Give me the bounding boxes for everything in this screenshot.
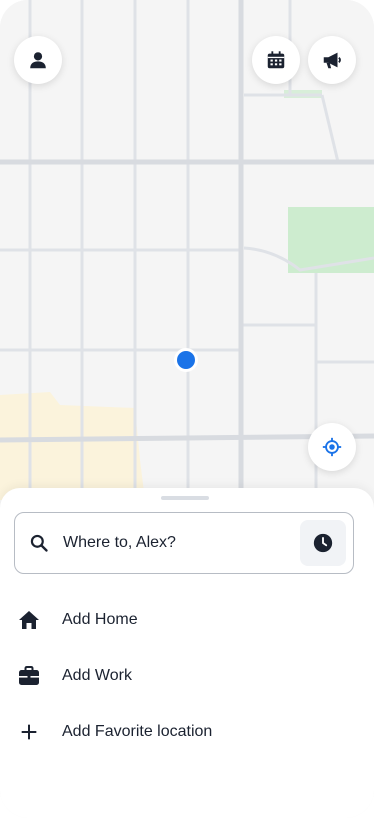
locate-me-button[interactable]	[308, 423, 356, 471]
add-work-row[interactable]: Add Work	[16, 660, 132, 692]
current-location-dot	[177, 351, 195, 369]
person-icon	[30, 52, 46, 69]
search-icon	[30, 534, 48, 552]
add-home-label: Add Home	[62, 611, 138, 628]
announcements-button[interactable]	[308, 36, 356, 84]
add-home-row[interactable]: Add Home	[16, 604, 138, 636]
calendar-button[interactable]	[252, 36, 300, 84]
bottom-sheet: Where to, Alex? Add Home Add Work Add Fa…	[0, 488, 374, 818]
clock-icon	[313, 533, 333, 553]
add-work-label: Add Work	[62, 667, 132, 684]
park-area	[288, 207, 374, 273]
add-favorite-label: Add Favorite location	[62, 723, 213, 740]
plus-icon	[16, 719, 42, 745]
megaphone-icon	[323, 52, 341, 69]
sand-area	[0, 392, 145, 500]
locate-target-icon	[322, 437, 342, 457]
search-placeholder[interactable]: Where to, Alex?	[63, 534, 300, 552]
schedule-ride-button[interactable]	[300, 520, 346, 566]
calendar-icon	[267, 51, 285, 69]
briefcase-icon	[16, 663, 42, 689]
sheet-drag-handle[interactable]	[161, 496, 209, 500]
app-screen: Where to, Alex? Add Home Add Work Add Fa…	[0, 0, 374, 818]
profile-button[interactable]	[14, 36, 62, 84]
add-favorite-row[interactable]: Add Favorite location	[16, 716, 212, 748]
search-bar[interactable]: Where to, Alex?	[14, 512, 354, 574]
home-icon	[16, 607, 42, 633]
